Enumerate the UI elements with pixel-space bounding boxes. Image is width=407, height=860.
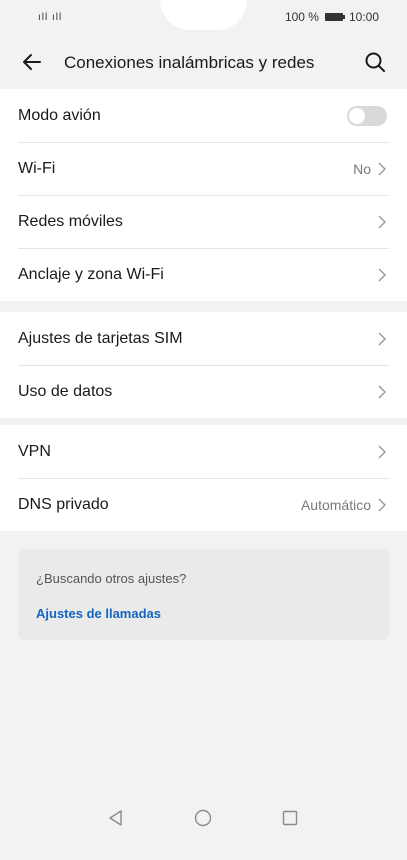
triangle-back-icon (109, 810, 122, 826)
settings-group-vpn-dns: VPN DNS privado Automático (0, 425, 407, 531)
row-mobile-networks[interactable]: Redes móviles (0, 195, 407, 248)
row-label: Redes móviles (18, 212, 123, 230)
square-recents-icon (282, 810, 298, 826)
row-tethering-hotspot[interactable]: Anclaje y zona Wi-Fi (0, 248, 407, 301)
private-dns-mode: Automático (300, 496, 371, 513)
chevron-right-icon (378, 385, 386, 398)
suggestion-hint: ¿Buscando otros ajustes? (36, 571, 187, 586)
row-airplane-mode[interactable]: Modo avión (0, 89, 407, 142)
row-label: Uso de datos (18, 382, 113, 400)
chevron-right-icon (378, 498, 386, 511)
settings-group-sim-data: Ajustes de tarjetas SIM Uso de datos (0, 312, 407, 418)
row-wifi[interactable]: Wi-Fi No (0, 142, 407, 195)
arrow-left-icon (23, 54, 41, 70)
app-bar: Conexiones inalámbricas y redes (0, 36, 407, 88)
row-label: Ajustes de tarjetas SIM (18, 329, 183, 347)
system-nav-bar (0, 798, 407, 860)
call-settings-link[interactable]: Ajustes de llamadas (36, 606, 161, 621)
page-title: Conexiones inalámbricas y redes (64, 53, 315, 72)
status-bar: ıll ıll 100 % 10:00 (0, 0, 407, 36)
chevron-right-icon (378, 332, 386, 345)
row-data-usage[interactable]: Uso de datos (0, 365, 407, 418)
chevron-right-icon (378, 268, 386, 281)
row-label: Modo avión (18, 106, 101, 124)
suggestion-card: ¿Buscando otros ajustes? Ajustes de llam… (18, 549, 389, 640)
row-sim-settings[interactable]: Ajustes de tarjetas SIM (0, 312, 407, 365)
nav-home-button[interactable] (183, 798, 223, 838)
circle-home-icon (194, 809, 212, 827)
wifi-status: No (353, 160, 371, 177)
settings-group-connectivity: Modo avión Wi-Fi No Redes móviles Anclaj… (0, 89, 407, 301)
row-label: VPN (18, 442, 51, 460)
nav-recents-button[interactable] (270, 798, 310, 838)
chevron-right-icon (378, 215, 386, 228)
row-label: Anclaje y zona Wi-Fi (18, 265, 164, 283)
row-label: Wi-Fi (18, 159, 56, 177)
nav-back-button[interactable] (96, 798, 136, 838)
battery-percent: 100 % (284, 10, 319, 24)
signal-icon: ıll ıll (38, 12, 63, 23)
row-vpn[interactable]: VPN (0, 425, 407, 478)
clock: 10:00 (348, 10, 379, 24)
row-private-dns[interactable]: DNS privado Automático (0, 478, 407, 531)
chevron-right-icon (378, 162, 386, 175)
row-label: DNS privado (18, 495, 109, 513)
search-button[interactable] (361, 48, 389, 76)
camera-notch (160, 0, 247, 30)
back-button[interactable] (18, 48, 46, 76)
battery-icon (324, 13, 345, 21)
search-icon (365, 52, 385, 72)
chevron-right-icon (378, 445, 386, 458)
status-right: 100 % 10:00 (285, 10, 379, 24)
airplane-mode-toggle[interactable] (347, 105, 387, 126)
